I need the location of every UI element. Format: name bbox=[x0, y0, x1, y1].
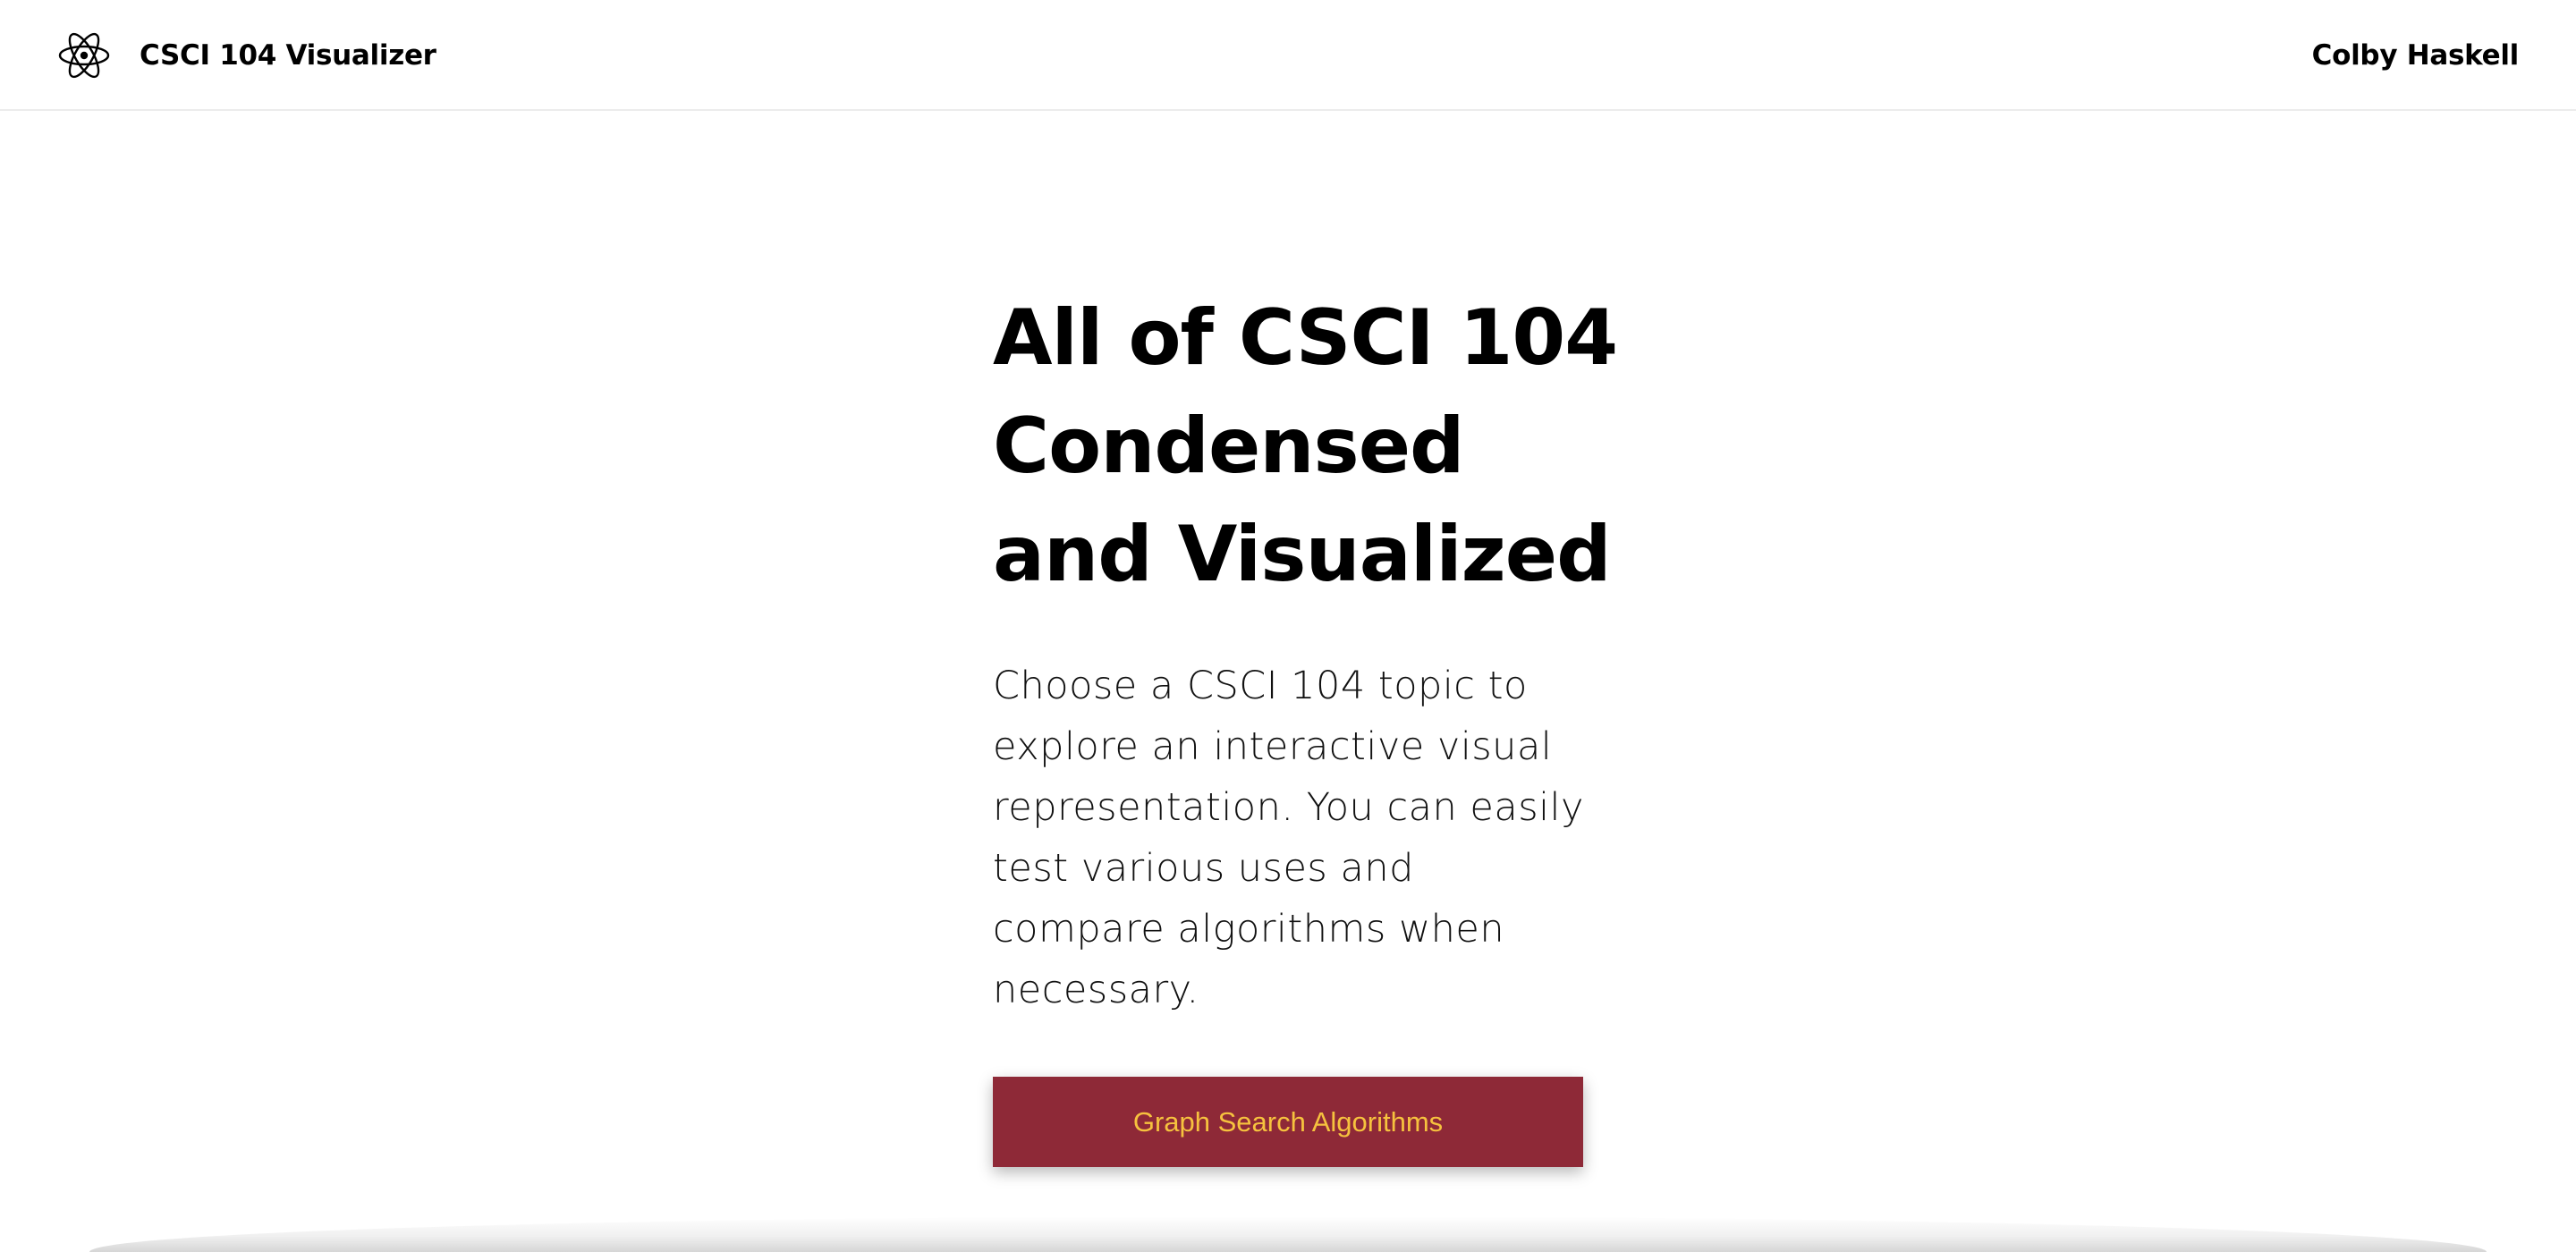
brand-link[interactable]: CSCI 104 Visualizer bbox=[55, 27, 436, 84]
hero-section: All of CSCI 104 Condensed and Visualized… bbox=[993, 284, 1618, 1020]
hero-description-line: explore an interactive visual bbox=[993, 724, 1553, 769]
hero-description: Choose a CSCI 104 topic to explore an in… bbox=[993, 656, 1592, 1020]
hero-description-line: representation. You can easily bbox=[993, 785, 1584, 830]
graph-search-algorithms-button[interactable]: Graph Search Algorithms bbox=[993, 1077, 1583, 1167]
page-title-line: and Visualized bbox=[993, 510, 1612, 599]
page-title: All of CSCI 104 Condensed and Visualized bbox=[993, 284, 1618, 609]
bottom-section-shadow bbox=[89, 1216, 2487, 1252]
top-navbar: CSCI 104 Visualizer Colby Haskell bbox=[0, 0, 2576, 111]
hero-description-line: necessary. bbox=[993, 968, 1199, 1012]
brand-title: CSCI 104 Visualizer bbox=[140, 39, 436, 72]
page-title-line: All of CSCI 104 bbox=[993, 293, 1618, 383]
hero-description-line: Choose a CSCI 104 topic to bbox=[993, 664, 1528, 708]
hero-description-line: compare algorithms when bbox=[993, 907, 1505, 952]
page-title-line: Condensed bbox=[993, 402, 1465, 491]
author-link[interactable]: Colby Haskell bbox=[2312, 36, 2520, 75]
atom-icon bbox=[58, 32, 110, 79]
hero-description-line: test various uses and bbox=[993, 846, 1414, 891]
